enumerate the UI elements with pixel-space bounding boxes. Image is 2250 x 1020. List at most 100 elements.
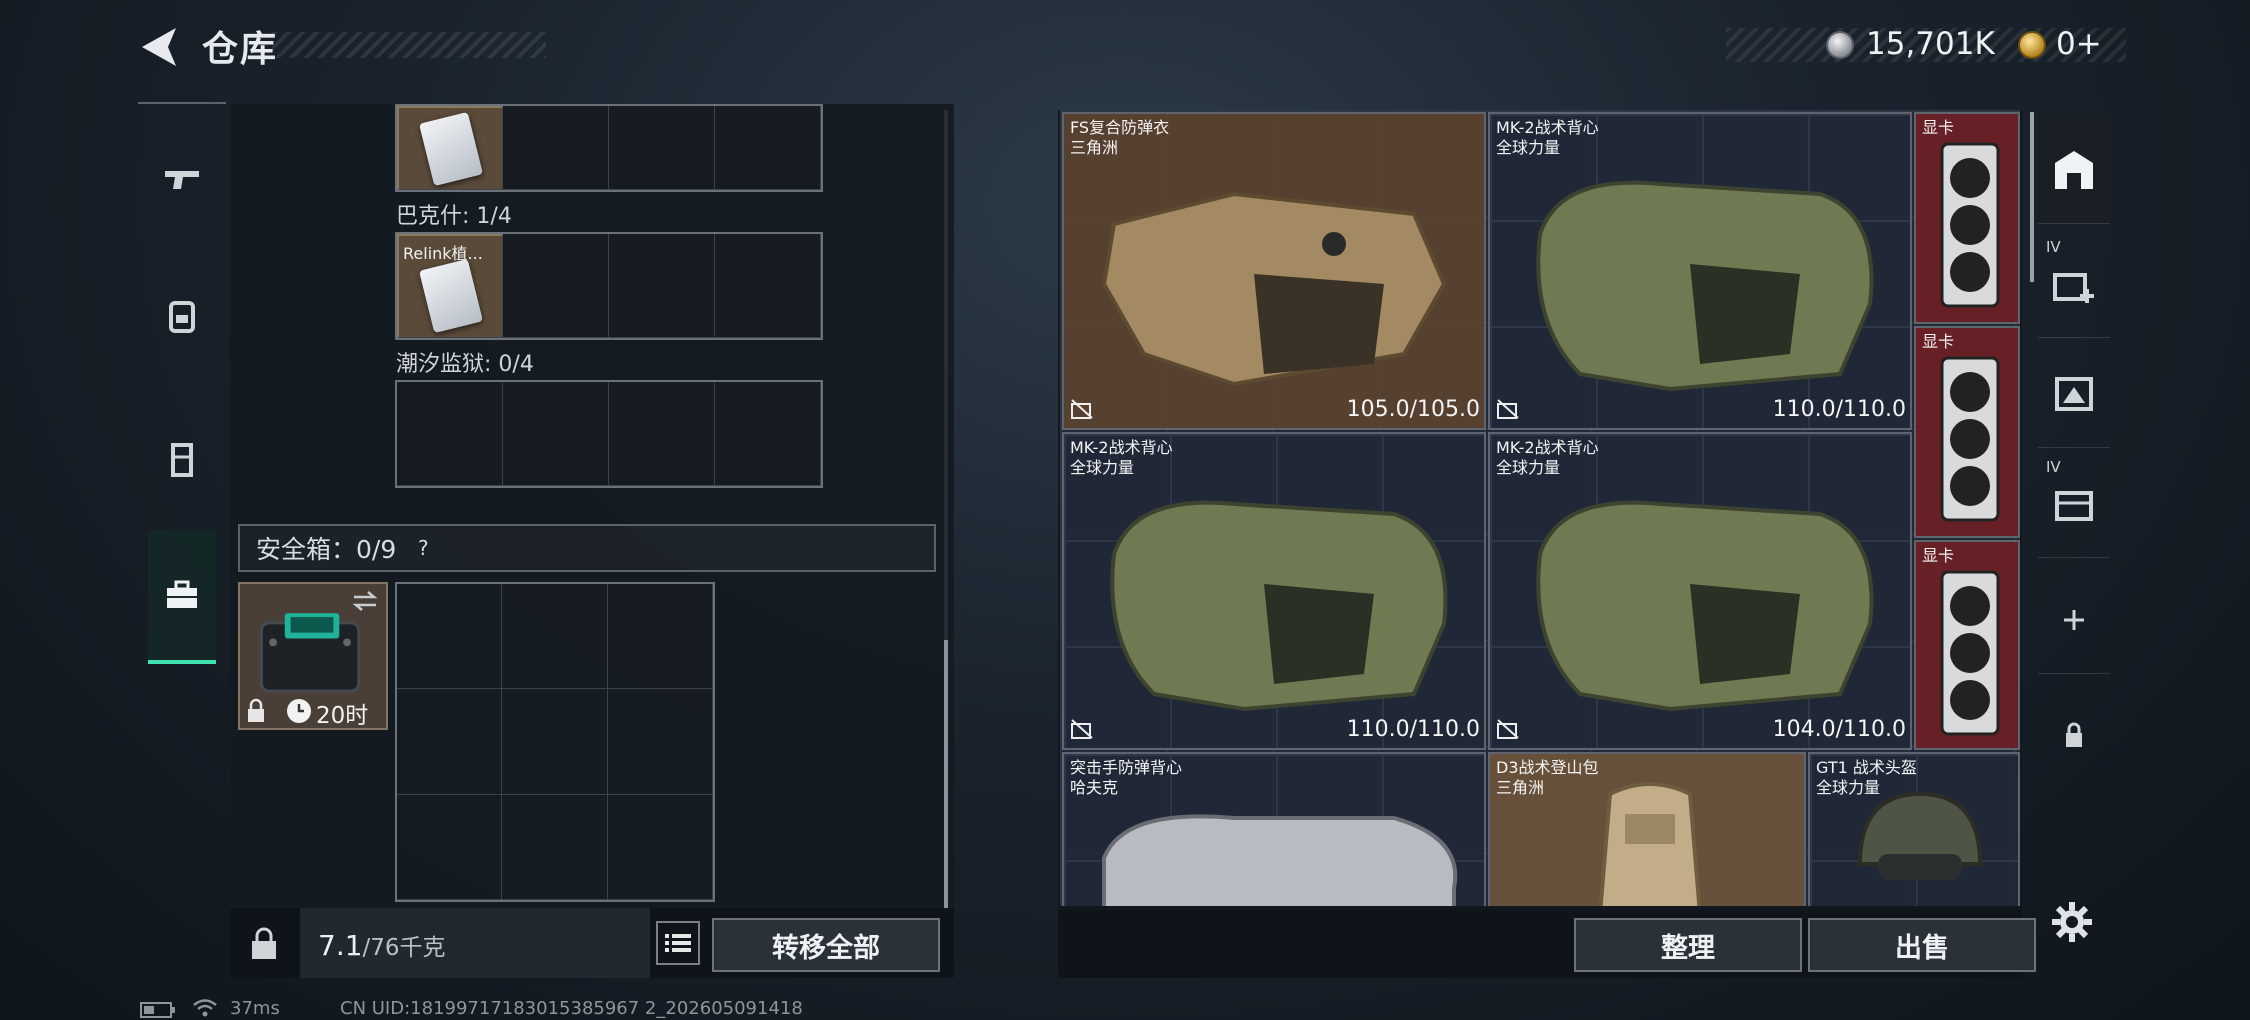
keycard-item[interactable]: Relink植...	[397, 234, 503, 338]
grid-slot[interactable]	[609, 382, 715, 486]
grid-slot[interactable]	[502, 584, 608, 690]
vest-icon	[1102, 814, 1458, 906]
clock-icon	[287, 699, 311, 723]
stash-grid: FS复合防弹衣 三角洲 105.0/105.0 MK-2战术背心 全球力量 11…	[1060, 110, 2020, 906]
container-grid-tidal-prison	[395, 380, 823, 488]
safe-box-timer: 20时	[316, 703, 369, 729]
stack-icon	[2055, 490, 2093, 521]
item-durability: 105.0/105.0	[1346, 397, 1480, 422]
weight-readout: 7.1/76千克	[318, 928, 446, 962]
ping-readout: 37ms	[230, 998, 280, 1019]
stash-scrollbar[interactable]	[2030, 112, 2034, 282]
stash-item-mk2-vest[interactable]: MK-2战术背心 全球力量 110.0/110.0	[1062, 432, 1486, 750]
stash-item-mk2-vest[interactable]: MK-2战术背心 全球力量 104.0/110.0	[1488, 432, 1912, 750]
stash-item-gpu[interactable]: 显卡	[1914, 326, 2020, 538]
item-name: 突击手防弹背心 哈夫克	[1070, 758, 1183, 797]
stash-item-mk2-vest[interactable]: MK-2战术背心 全球力量 110.0/110.0	[1488, 112, 1912, 430]
gpu-icon	[1940, 142, 2000, 308]
back-arrow-icon	[142, 28, 176, 66]
grid-slot[interactable]	[715, 106, 821, 190]
stash-item-assault-vest[interactable]: 突击手防弹背心 哈夫克	[1062, 752, 1486, 906]
tab-stash-expand[interactable]	[2038, 340, 2110, 448]
stash-item-gpu[interactable]: 显卡	[1914, 112, 2020, 324]
vest-icon	[1536, 180, 1874, 392]
grid-slot[interactable]	[607, 584, 713, 690]
sell-button[interactable]: 出售	[1808, 918, 2036, 972]
keycard-item[interactable]	[397, 106, 503, 190]
tab-backpack[interactable]	[138, 252, 226, 380]
title-decoration	[272, 32, 546, 58]
item-name: MK-2战术背心 全球力量	[1070, 438, 1173, 477]
safe-box-capacity: 安全箱：0/9	[256, 535, 397, 564]
weight-max: /76千克	[362, 935, 446, 961]
wifi-icon	[193, 999, 217, 1017]
backpack-icon	[169, 301, 195, 333]
tab-tier-label: IV	[2046, 458, 2061, 476]
grid-slot[interactable]	[503, 234, 609, 338]
tab-vest[interactable]	[138, 396, 226, 524]
grid-slot[interactable]	[607, 689, 713, 795]
add-stash-icon	[2053, 272, 2094, 303]
safe-box-header: 安全箱：0/9 ?	[238, 524, 936, 572]
transfer-all-button[interactable]: 转移全部	[712, 918, 940, 972]
vest-icon	[171, 443, 193, 477]
swap-icon[interactable]	[350, 590, 380, 612]
sort-button[interactable]: 整理	[1574, 918, 1802, 972]
list-view-button[interactable]	[656, 921, 700, 965]
grid-slot[interactable]	[715, 234, 821, 338]
no-trade-icon	[1071, 399, 1093, 419]
grid-slot[interactable]	[609, 106, 715, 190]
vest-icon	[1110, 500, 1448, 712]
stash-item-fs-armor[interactable]: FS复合防弹衣 三角洲 105.0/105.0	[1062, 112, 1486, 430]
tab-weapons[interactable]	[138, 116, 226, 244]
grid-slot[interactable]	[503, 382, 609, 486]
page-title: 仓库	[202, 29, 279, 70]
no-trade-icon	[1497, 399, 1519, 419]
stash-item-gpu[interactable]: 显卡	[1914, 540, 2020, 750]
grid-slot[interactable]	[397, 382, 503, 486]
grid-slot[interactable]	[397, 794, 503, 900]
tab-locked[interactable]	[2038, 680, 2110, 788]
tab-tier-label: IV	[2046, 238, 2061, 256]
tab-divider	[138, 102, 226, 104]
weight-current: 7.1	[318, 929, 363, 962]
grid-slot[interactable]	[502, 689, 608, 795]
item-durability: 110.0/110.0	[1772, 397, 1906, 422]
item-name: 显卡	[1922, 546, 1955, 565]
item-durability: 110.0/110.0	[1346, 717, 1480, 742]
grid-slot[interactable]	[609, 234, 715, 338]
tab-add-stash[interactable]	[2038, 566, 2110, 674]
no-trade-icon	[1071, 719, 1093, 739]
item-durability: 104.0/110.0	[1772, 717, 1906, 742]
left-scrollbar-thumb[interactable]	[944, 640, 948, 910]
helmet-icon	[1857, 791, 1983, 880]
gun-icon	[165, 171, 199, 189]
grid-slot[interactable]	[397, 689, 503, 795]
briefcase-icon	[167, 580, 197, 608]
grid-slot[interactable]	[607, 794, 713, 900]
grid-slot[interactable]	[397, 584, 503, 690]
safe-box-grid	[395, 582, 715, 902]
grid-slot[interactable]	[502, 794, 608, 900]
vest-icon	[1536, 500, 1874, 712]
no-trade-icon	[1497, 719, 1519, 739]
tab-stash-main[interactable]	[2038, 116, 2110, 224]
help-button[interactable]: ?	[410, 535, 436, 561]
tab-stash-add[interactable]: IV	[2038, 230, 2110, 338]
item-name: 显卡	[1922, 118, 1955, 137]
armor-icon	[1101, 191, 1447, 387]
grid-slot[interactable]	[503, 106, 609, 190]
currency-gold[interactable]: 0+	[2056, 26, 2102, 62]
stash-item-d3-backpack[interactable]: D3战术登山包 三角洲	[1488, 752, 1806, 906]
currency-silver: 15,701K	[1866, 26, 1995, 62]
grid-slot[interactable]	[715, 382, 821, 486]
stash-item-gt1-helmet[interactable]: GT1 战术头盔 全球力量	[1808, 752, 2020, 906]
battery-icon	[140, 1002, 175, 1018]
gold-coin-icon	[2018, 31, 2046, 59]
back-button[interactable]	[138, 26, 178, 68]
item-name: D3战术登山包 三角洲	[1496, 758, 1599, 797]
tab-safe-box[interactable]	[148, 530, 216, 664]
lock-button[interactable]	[236, 918, 292, 970]
gear-icon[interactable]	[2048, 898, 2096, 946]
tab-stash-stack[interactable]: IV	[2038, 450, 2110, 558]
